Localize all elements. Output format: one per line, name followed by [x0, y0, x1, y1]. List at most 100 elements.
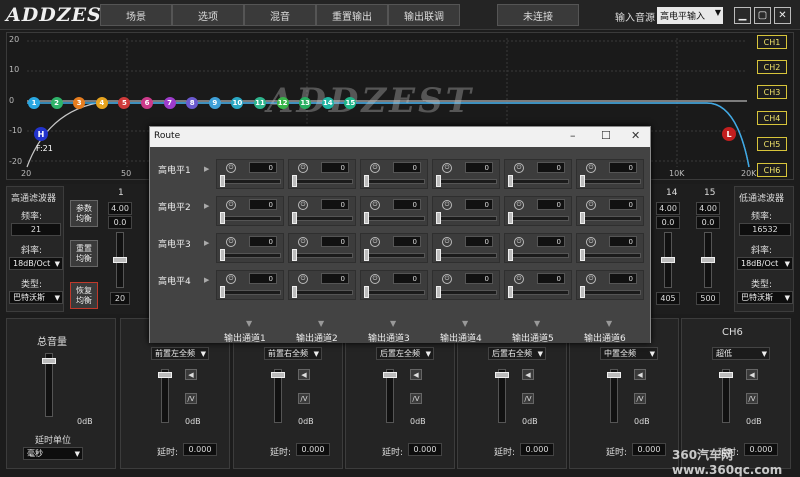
route-level-slider[interactable]: [221, 253, 281, 258]
delay-input[interactable]: 0.000: [632, 443, 666, 456]
slider-thumb[interactable]: [292, 286, 297, 298]
param-eq-button[interactable]: 参数 均衡: [70, 200, 98, 227]
slider-thumb[interactable]: [292, 212, 297, 224]
route-level-input[interactable]: 0: [609, 162, 637, 173]
route-level-slider[interactable]: [437, 179, 497, 184]
delay-input[interactable]: 0.000: [296, 443, 330, 456]
eq-node-9[interactable]: 9: [208, 97, 221, 109]
eq-node-11[interactable]: 11: [254, 97, 266, 109]
output-volume-fader[interactable]: [271, 369, 285, 423]
tab-options[interactable]: 选项: [172, 4, 244, 26]
output-volume-fader[interactable]: [719, 369, 733, 423]
phase-icon[interactable]: /V: [634, 393, 646, 404]
eq-node-14[interactable]: 14: [321, 97, 334, 109]
route-level-slider[interactable]: [293, 290, 353, 295]
slider-thumb[interactable]: [436, 212, 441, 224]
slider-thumb[interactable]: [580, 175, 585, 187]
power-icon[interactable]: ⏻: [226, 200, 236, 210]
route-level-input[interactable]: 0: [321, 199, 349, 210]
channel-button-ch3[interactable]: CH3: [757, 85, 787, 99]
route-level-slider[interactable]: [581, 216, 641, 221]
route-level-slider[interactable]: [293, 179, 353, 184]
band15-fader[interactable]: [701, 232, 715, 288]
speaker-select[interactable]: 后置左全频 ▼: [376, 347, 434, 360]
route-level-input[interactable]: 0: [465, 273, 493, 284]
route-level-slider[interactable]: [221, 216, 281, 221]
eq-node-12[interactable]: 12: [276, 97, 289, 109]
band14-q[interactable]: 0.0: [656, 216, 680, 229]
speaker-select[interactable]: 后置右全频 ▼: [488, 347, 546, 360]
route-level-input[interactable]: 0: [393, 162, 421, 173]
route-level-slider[interactable]: [509, 253, 569, 258]
slider-thumb[interactable]: [508, 286, 513, 298]
speaker-icon[interactable]: ◀: [746, 369, 758, 380]
speaker-select[interactable]: 超低 ▼: [712, 347, 770, 360]
slider-thumb[interactable]: [292, 175, 297, 187]
delay-input[interactable]: 0.000: [183, 443, 217, 456]
speaker-icon[interactable]: ◀: [185, 369, 197, 380]
tab-mix[interactable]: 混音: [244, 4, 316, 26]
power-icon[interactable]: ⏻: [442, 163, 452, 173]
slider-thumb[interactable]: [508, 212, 513, 224]
route-level-slider[interactable]: [581, 179, 641, 184]
route-level-input[interactable]: 0: [609, 236, 637, 247]
slider-thumb[interactable]: [220, 175, 225, 187]
slider-thumb[interactable]: [364, 212, 369, 224]
delay-input[interactable]: 0.000: [408, 443, 442, 456]
route-level-slider[interactable]: [365, 290, 425, 295]
route-level-input[interactable]: 0: [249, 273, 277, 284]
route-level-slider[interactable]: [437, 253, 497, 258]
channel-button-ch2[interactable]: CH2: [757, 60, 787, 74]
route-level-slider[interactable]: [365, 216, 425, 221]
power-icon[interactable]: ⏻: [298, 274, 308, 284]
slider-thumb[interactable]: [436, 286, 441, 298]
slider-thumb[interactable]: [220, 286, 225, 298]
slider-thumb[interactable]: [436, 249, 441, 261]
route-level-input[interactable]: 0: [393, 199, 421, 210]
reset-eq-button[interactable]: 重置 均衡: [70, 240, 98, 267]
restore-eq-button[interactable]: 恢复 均衡: [70, 282, 98, 309]
power-icon[interactable]: ⏻: [298, 163, 308, 173]
power-icon[interactable]: ⏻: [586, 237, 596, 247]
slider-thumb[interactable]: [580, 286, 585, 298]
route-level-slider[interactable]: [293, 216, 353, 221]
delay-unit-select[interactable]: 毫秒 ▼: [23, 447, 83, 460]
route-level-input[interactable]: 0: [537, 162, 565, 173]
phase-icon[interactable]: /V: [522, 393, 534, 404]
route-level-slider[interactable]: [365, 179, 425, 184]
band14-freq[interactable]: 405: [656, 292, 680, 305]
band15-freq[interactable]: 500: [696, 292, 720, 305]
hpf-slope-select[interactable]: 18dB/Oct ▼: [9, 257, 63, 270]
phase-icon[interactable]: /V: [746, 393, 758, 404]
speaker-select[interactable]: 前置左全频 ▼: [151, 347, 209, 360]
route-level-input[interactable]: 0: [465, 199, 493, 210]
power-icon[interactable]: ⏻: [442, 274, 452, 284]
tab-reset-output[interactable]: 重置输出: [316, 4, 388, 26]
route-level-input[interactable]: 0: [537, 199, 565, 210]
power-icon[interactable]: ⏻: [370, 274, 380, 284]
speaker-icon[interactable]: ◀: [634, 369, 646, 380]
phase-icon[interactable]: /V: [185, 393, 197, 404]
output-volume-fader[interactable]: [383, 369, 397, 423]
route-level-input[interactable]: 0: [609, 273, 637, 284]
output-volume-fader[interactable]: [607, 369, 621, 423]
speaker-icon[interactable]: ◀: [522, 369, 534, 380]
band1-freq[interactable]: 20: [110, 292, 130, 305]
channel-button-ch4[interactable]: CH4: [757, 111, 787, 125]
route-level-slider[interactable]: [221, 290, 281, 295]
power-icon[interactable]: ⏻: [298, 237, 308, 247]
route-level-slider[interactable]: [365, 253, 425, 258]
slider-thumb[interactable]: [508, 175, 513, 187]
slider-thumb[interactable]: [364, 249, 369, 261]
power-icon[interactable]: ⏻: [226, 274, 236, 284]
route-level-input[interactable]: 0: [537, 236, 565, 247]
route-level-input[interactable]: 0: [465, 236, 493, 247]
power-icon[interactable]: ⏻: [586, 163, 596, 173]
route-level-input[interactable]: 0: [249, 162, 277, 173]
close-button[interactable]: ✕: [774, 7, 791, 24]
eq-node-1[interactable]: 1: [28, 97, 40, 109]
power-icon[interactable]: ⏻: [514, 200, 524, 210]
route-level-input[interactable]: 0: [465, 162, 493, 173]
route-level-input[interactable]: 0: [249, 236, 277, 247]
band15-gain[interactable]: 4.00: [696, 202, 720, 215]
